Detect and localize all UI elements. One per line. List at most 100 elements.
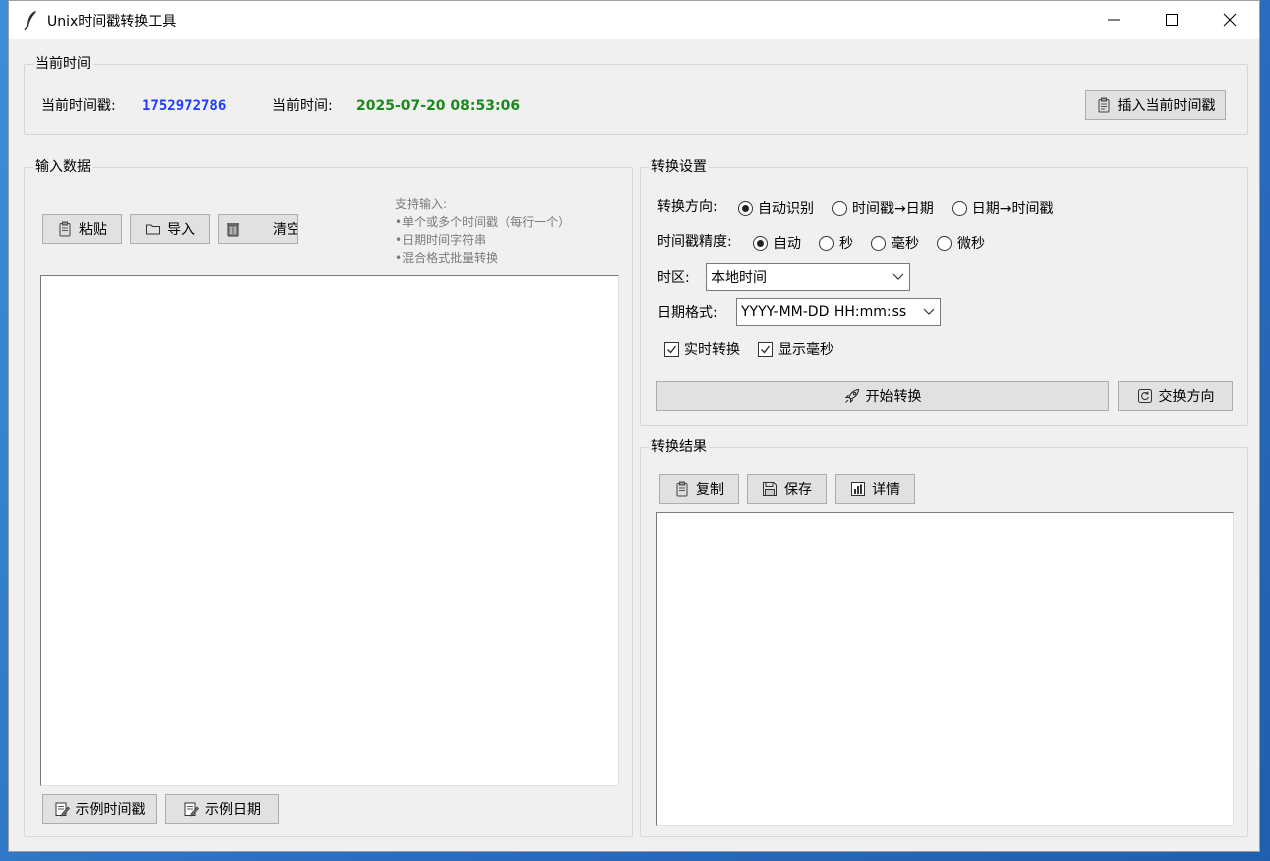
checkbox-indicator bbox=[664, 341, 679, 357]
conversion-settings-group-title: 转换设置 bbox=[649, 158, 709, 176]
radio-precision-milliseconds[interactable]: 毫秒 bbox=[871, 233, 919, 253]
radio-label: 日期→时间戳 bbox=[971, 201, 1054, 217]
current-time-group: 当前时间 当前时间戳: 1752972786 当前时间: 2025-07-20 … bbox=[24, 55, 1248, 135]
checkbox-indicator bbox=[758, 341, 773, 357]
date-format-selected: YYYY-MM-DD HH:mm:ss bbox=[741, 304, 907, 320]
example-timestamp-label: 示例时间戳 bbox=[75, 802, 146, 818]
help-line: •混合格式批量转换 bbox=[395, 251, 499, 265]
radio-indicator bbox=[937, 235, 952, 251]
import-button[interactable]: 导入 bbox=[130, 214, 210, 244]
help-line: •单个或多个时间戳（每行一个） bbox=[395, 215, 571, 229]
realtime-checkbox[interactable]: 实时转换 bbox=[664, 339, 740, 359]
example-timestamp-button[interactable]: 示例时间戳 bbox=[42, 794, 157, 824]
direction-radio-group: 自动识别 时间戳→日期 日期→时间戳 bbox=[738, 198, 1071, 218]
clear-button-label: 清空 bbox=[273, 222, 297, 238]
time-label: 当前时间: bbox=[272, 98, 333, 114]
check-icon bbox=[667, 345, 677, 353]
input-data-group-title: 输入数据 bbox=[33, 158, 93, 176]
radio-timestamp-to-date[interactable]: 时间戳→日期 bbox=[832, 198, 934, 218]
paste-button-label: 粘贴 bbox=[79, 222, 107, 238]
radio-indicator bbox=[832, 200, 847, 216]
direction-label: 转换方向: bbox=[657, 199, 718, 215]
radio-precision-seconds[interactable]: 秒 bbox=[819, 233, 853, 253]
radio-label: 微秒 bbox=[957, 236, 985, 252]
details-button[interactable]: 详情 bbox=[835, 474, 915, 504]
maximize-icon bbox=[1166, 14, 1178, 26]
import-button-label: 导入 bbox=[167, 222, 195, 238]
chevron-down-icon bbox=[887, 264, 909, 290]
input-textarea[interactable] bbox=[40, 275, 619, 786]
close-button[interactable] bbox=[1201, 1, 1259, 39]
conversion-result-group: 转换结果 复制 保存 详情 bbox=[640, 438, 1248, 837]
radio-indicator bbox=[738, 200, 753, 216]
folder-icon bbox=[146, 224, 160, 235]
current-timestamp-value: 1752972786 bbox=[142, 98, 227, 114]
checkbox-label: 显示毫秒 bbox=[778, 342, 834, 358]
radio-label: 自动识别 bbox=[758, 201, 814, 217]
help-line: 支持输入: bbox=[395, 197, 448, 211]
clear-button[interactable]: 清空 bbox=[218, 214, 298, 244]
conversion-result-group-title: 转换结果 bbox=[649, 438, 709, 456]
radio-label: 毫秒 bbox=[891, 236, 919, 252]
insert-button-label: 插入当前时间戳 bbox=[1117, 98, 1216, 114]
show-ms-checkbox[interactable]: 显示毫秒 bbox=[758, 339, 834, 359]
swap-direction-label: 交换方向 bbox=[1158, 389, 1215, 405]
radio-indicator bbox=[819, 235, 834, 251]
minimize-button[interactable] bbox=[1085, 1, 1143, 39]
radio-indicator bbox=[871, 235, 886, 251]
radio-label: 自动 bbox=[773, 236, 801, 252]
clipboard-icon bbox=[1098, 97, 1109, 113]
swap-direction-button[interactable]: 交换方向 bbox=[1118, 381, 1233, 411]
radio-date-to-timestamp[interactable]: 日期→时间戳 bbox=[951, 198, 1054, 218]
example-date-label: 示例日期 bbox=[205, 802, 261, 818]
radio-auto-detect[interactable]: 自动识别 bbox=[738, 198, 814, 218]
window-title: Unix时间戳转换工具 bbox=[47, 14, 177, 30]
precision-label: 时间戳精度: bbox=[657, 234, 732, 250]
save-button[interactable]: 保存 bbox=[747, 474, 827, 504]
timezone-selected: 本地时间 bbox=[711, 270, 767, 286]
bar-chart-icon bbox=[851, 482, 865, 496]
trash-icon bbox=[227, 223, 239, 237]
maximize-button[interactable] bbox=[1143, 1, 1201, 39]
edit-note-icon bbox=[184, 802, 199, 817]
start-conversion-button[interactable]: 开始转换 bbox=[656, 381, 1109, 411]
options-checkbox-group: 实时转换 显示毫秒 bbox=[664, 339, 852, 359]
radio-label: 时间戳→日期 bbox=[852, 201, 934, 217]
check-icon bbox=[761, 345, 771, 353]
conversion-settings-group: 转换设置 转换方向: 自动识别 时间戳→日期 日期→时间戳 时间戳精度: 自动 bbox=[640, 158, 1248, 426]
radio-precision-auto[interactable]: 自动 bbox=[753, 233, 801, 253]
timezone-select[interactable]: 本地时间 bbox=[706, 263, 910, 291]
date-format-select[interactable]: YYYY-MM-DD HH:mm:ss bbox=[736, 298, 941, 326]
timezone-label: 时区: bbox=[657, 270, 690, 286]
radio-indicator bbox=[951, 200, 967, 216]
copy-button[interactable]: 复制 bbox=[659, 474, 739, 504]
insert-current-timestamp-button[interactable]: 插入当前时间戳 bbox=[1085, 90, 1226, 120]
start-conversion-label: 开始转换 bbox=[865, 389, 922, 405]
date-format-label: 日期格式: bbox=[657, 305, 718, 321]
current-time-group-title: 当前时间 bbox=[33, 55, 93, 73]
timestamp-label: 当前时间戳: bbox=[41, 98, 116, 114]
save-button-label: 保存 bbox=[784, 482, 812, 498]
refresh-icon bbox=[1137, 389, 1152, 403]
precision-radio-group: 自动 秒 毫秒 微秒 bbox=[753, 233, 1003, 253]
feather-icon bbox=[24, 11, 36, 30]
chevron-down-icon bbox=[918, 299, 940, 325]
radio-indicator bbox=[753, 235, 768, 251]
edit-note-icon bbox=[55, 802, 70, 817]
example-date-button[interactable]: 示例日期 bbox=[165, 794, 279, 824]
help-line: •日期时间字符串 bbox=[395, 233, 487, 247]
app-window: Unix时间戳转换工具 当前时间 当前时间戳: 1752972786 当前时间:… bbox=[8, 0, 1260, 852]
checkbox-label: 实时转换 bbox=[684, 342, 740, 358]
title-bar: Unix时间戳转换工具 bbox=[9, 1, 1259, 39]
result-textarea[interactable] bbox=[656, 512, 1234, 826]
current-time-value: 2025-07-20 08:53:06 bbox=[356, 98, 521, 114]
input-data-group: 输入数据 粘贴 导入 清空 支持输入: •单个或多个时间戳（每行一个） •日期时… bbox=[24, 158, 633, 837]
details-button-label: 详情 bbox=[872, 482, 900, 498]
radio-label: 秒 bbox=[839, 236, 853, 252]
rocket-icon bbox=[844, 388, 859, 404]
floppy-disk-icon bbox=[763, 482, 777, 496]
paste-button[interactable]: 粘贴 bbox=[42, 214, 122, 244]
close-icon bbox=[1223, 13, 1237, 27]
radio-precision-microseconds[interactable]: 微秒 bbox=[937, 233, 985, 253]
clipboard-icon bbox=[59, 221, 71, 237]
